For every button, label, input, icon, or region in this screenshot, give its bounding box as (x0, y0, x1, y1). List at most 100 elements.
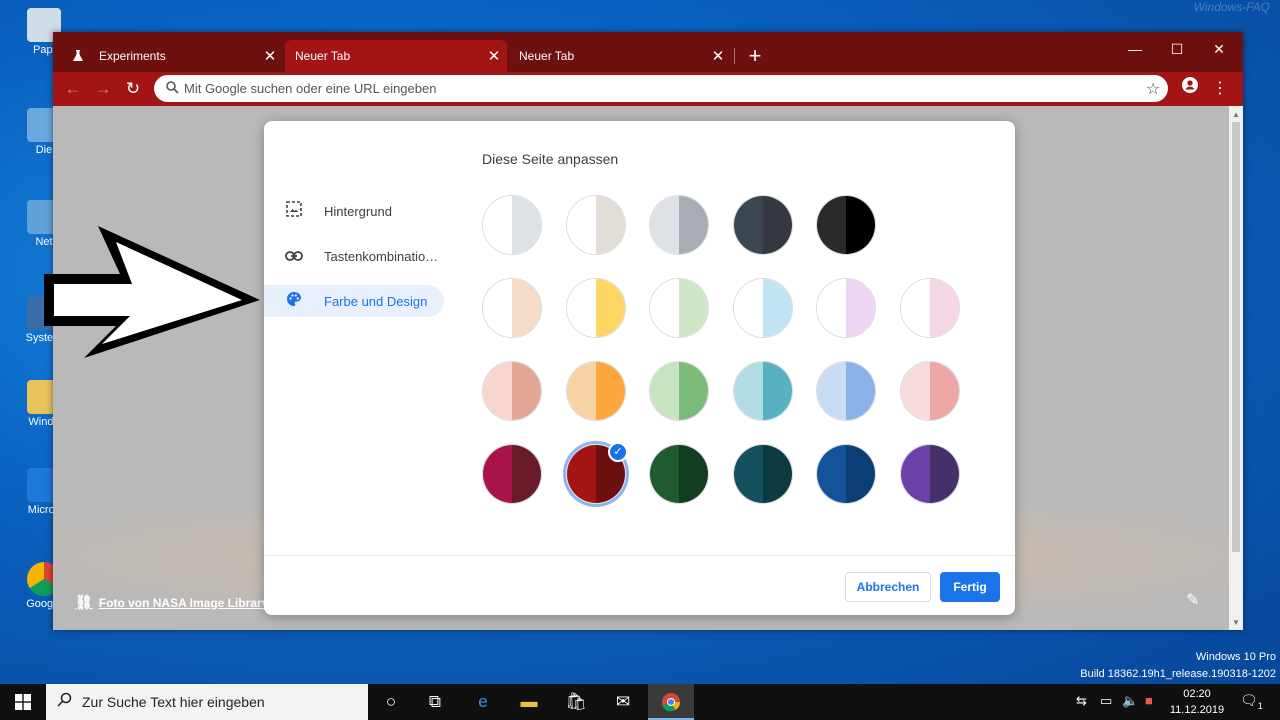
color-swatch[interactable] (649, 361, 709, 421)
color-swatch[interactable] (733, 195, 793, 255)
swatch-left-half (734, 445, 763, 503)
swatch-right-half (763, 196, 792, 254)
color-swatch[interactable] (816, 195, 876, 255)
back-button[interactable]: ← (61, 77, 85, 101)
notification-center-icon[interactable]: 🗨1 (1240, 692, 1263, 711)
tab-neuer-tab[interactable]: Neuer Tab ✕ (509, 40, 731, 72)
edge-icon[interactable]: e (460, 684, 506, 720)
swatch-right-half (846, 445, 875, 503)
photo-credit-label: Foto von NASA Image Library (98, 595, 269, 610)
color-swatch[interactable] (482, 361, 542, 421)
pencil-icon[interactable]: ✎ (1186, 590, 1199, 610)
color-swatch[interactable] (482, 444, 542, 504)
tab-neuer-tab-active[interactable]: Neuer Tab ✕ (285, 40, 507, 72)
forward-button[interactable]: → (91, 77, 115, 101)
scrollbar-thumb[interactable] (1232, 122, 1240, 552)
color-swatch[interactable] (482, 195, 542, 255)
scrollbar[interactable]: ▲ ▼ (1229, 106, 1243, 630)
swatch-left-half (567, 279, 596, 337)
color-swatch[interactable] (733, 361, 793, 421)
customize-dialog: Diese Seite anpassen Hintergrund Tastenk… (264, 121, 1015, 615)
swatch-left-half (650, 445, 679, 503)
close-window-button[interactable]: ✕ (1198, 36, 1240, 62)
new-tab-button[interactable]: + (741, 42, 769, 70)
nav-item-shortcuts[interactable]: Tastenkombinatio… (264, 240, 444, 272)
profile-avatar-icon[interactable] (1178, 77, 1202, 101)
color-swatch[interactable] (900, 361, 960, 421)
network-tray-icon[interactable]: ▭ (1100, 693, 1112, 709)
task-view-icon[interactable]: ⧉ (412, 684, 458, 720)
swatch-left-half (483, 362, 512, 420)
taskbar-search-placeholder: Zur Suche Text hier eingeben (82, 694, 265, 710)
color-swatch[interactable] (816, 361, 876, 421)
swatch-right-half (512, 362, 541, 420)
maximize-button[interactable]: ☐ (1156, 36, 1198, 62)
bookmark-star-icon[interactable]: ☆ (1138, 79, 1168, 99)
color-swatch[interactable] (649, 444, 709, 504)
minimize-button[interactable]: — (1114, 36, 1156, 62)
swatch-left-half (817, 279, 846, 337)
color-swatch[interactable] (482, 278, 542, 338)
color-swatch[interactable] (733, 444, 793, 504)
color-swatch[interactable] (816, 278, 876, 338)
color-swatch[interactable] (900, 444, 960, 504)
tab-close-icon[interactable]: ✕ (257, 47, 283, 65)
cortana-icon[interactable]: ○ (368, 684, 414, 720)
tab-experiments[interactable]: Experiments ✕ (61, 40, 283, 72)
color-swatch[interactable] (649, 195, 709, 255)
nav-item-background[interactable]: Hintergrund (264, 195, 444, 227)
color-swatch[interactable] (566, 361, 626, 421)
color-swatch[interactable] (649, 278, 709, 338)
color-swatch[interactable] (566, 278, 626, 338)
reload-button[interactable]: ↻ (121, 77, 145, 101)
swatch-right-half (930, 362, 959, 420)
photo-credit-link[interactable]: ⛓ Foto von NASA Image Library (75, 594, 268, 611)
checkmark-icon: ✓ (608, 442, 628, 462)
color-swatch[interactable] (816, 444, 876, 504)
start-button[interactable] (0, 684, 46, 720)
nav-item-color-and-theme[interactable]: Farbe und Design (264, 285, 444, 317)
file-explorer-icon[interactable]: ▬ (506, 684, 552, 720)
notification-count: 1 (1257, 700, 1263, 711)
nav-item-label: Hintergrund (324, 203, 392, 219)
tab-close-icon[interactable]: ✕ (705, 47, 731, 65)
nav-item-label: Tastenkombinatio… (324, 248, 439, 264)
swatch-right-half (512, 196, 541, 254)
scroll-up-icon[interactable]: ▲ (1232, 110, 1240, 119)
swatch-left-half (567, 196, 596, 254)
swatch-right-half (846, 279, 875, 337)
desktop-icon-label: Die (35, 144, 53, 156)
volume-icon[interactable]: 🔈 (1122, 693, 1138, 709)
done-button[interactable]: Fertig (940, 572, 1000, 602)
tab-close-icon[interactable]: ✕ (481, 47, 507, 65)
color-swatch[interactable] (566, 195, 626, 255)
swatch-left-half (650, 362, 679, 420)
chrome-taskbar-icon[interactable] (648, 684, 694, 720)
store-icon[interactable]: 🛍 (553, 684, 599, 720)
cancel-button[interactable]: Abbrechen (845, 572, 931, 602)
taskbar-search[interactable]: Zur Suche Text hier eingeben (46, 684, 368, 720)
swatch-right-half (763, 362, 792, 420)
color-swatch[interactable] (733, 278, 793, 338)
omnibox[interactable]: ☆ (154, 75, 1168, 102)
link-icon (264, 248, 324, 265)
mail-icon[interactable]: ✉ (600, 684, 646, 720)
link-icon: ⛓ (75, 594, 93, 610)
security-alert-icon[interactable]: ■ (1145, 693, 1153, 708)
swatch-left-half (817, 196, 846, 254)
scroll-down-icon[interactable]: ▼ (1232, 618, 1240, 627)
swatch-right-half (763, 279, 792, 337)
omnibox-input[interactable] (184, 81, 1138, 96)
color-swatch[interactable] (900, 278, 960, 338)
swatch-left-half (901, 445, 930, 503)
swatch-right-half (512, 279, 541, 337)
desktop-icon-label: Papi (32, 44, 56, 56)
swatch-left-half (734, 362, 763, 420)
swatch-right-half (930, 445, 959, 503)
teamviewer-icon[interactable]: ⇆ (1076, 693, 1087, 709)
menu-button[interactable]: ⋮ (1208, 77, 1232, 101)
tab-strip: Experiments ✕ Neuer Tab ✕ Neuer Tab ✕ + … (53, 32, 1243, 72)
swatch-left-half (901, 362, 930, 420)
taskbar-clock[interactable]: 02:20 11.12.2019 (1162, 686, 1232, 718)
swatch-left-half (734, 196, 763, 254)
